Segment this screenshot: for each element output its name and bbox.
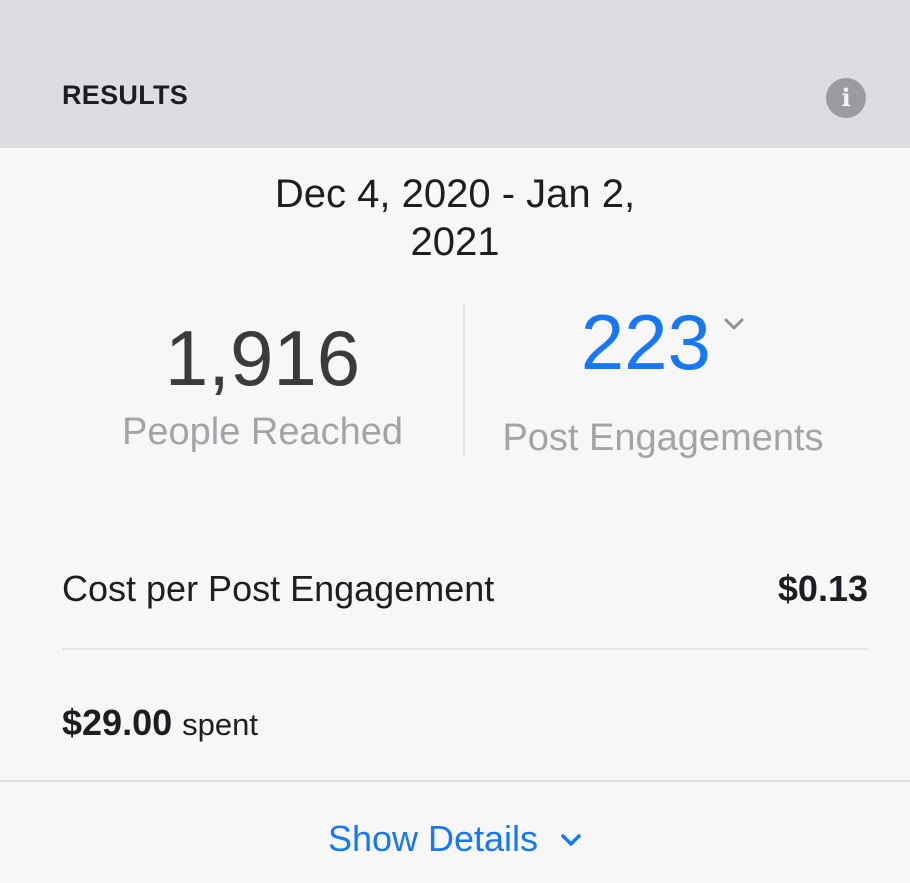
footer-divider <box>0 780 910 782</box>
date-range: Dec 4, 2020 - Jan 2, 2021 <box>274 172 636 264</box>
amount-spent-value: $29.00 <box>62 702 173 743</box>
info-icon[interactable]: i <box>826 78 866 118</box>
amount-spent-row: $29.00 spent <box>62 698 258 750</box>
chevron-down-icon <box>723 317 745 336</box>
results-title: RESULTS <box>62 80 189 110</box>
chevron-down-icon <box>560 810 582 860</box>
post-engagements-label: Post Engagements <box>502 417 824 459</box>
cost-per-engagement-label: Cost per Post Engagement <box>62 568 495 609</box>
post-engagements-metric: 223 Post Engagements <box>478 296 848 460</box>
show-details-label: Show Details <box>327 818 539 859</box>
show-details-button[interactable]: Show Details <box>0 810 910 864</box>
results-header: RESULTS i <box>0 0 910 148</box>
people-reached-value: 1,916 <box>164 314 361 402</box>
people-reached-metric: 1,916 People Reached <box>80 312 445 454</box>
cost-per-engagement-amount: $0.13 <box>777 568 868 609</box>
metric-divider <box>463 303 465 455</box>
row-divider <box>62 648 868 650</box>
people-reached-label: People Reached <box>122 411 403 453</box>
post-engagements-dropdown[interactable]: 223 <box>581 296 746 388</box>
amount-spent-suffix: spent <box>182 707 258 742</box>
cost-per-engagement-row: Cost per Post Engagement $0.13 <box>62 564 868 614</box>
post-engagements-value: 223 <box>580 298 711 386</box>
